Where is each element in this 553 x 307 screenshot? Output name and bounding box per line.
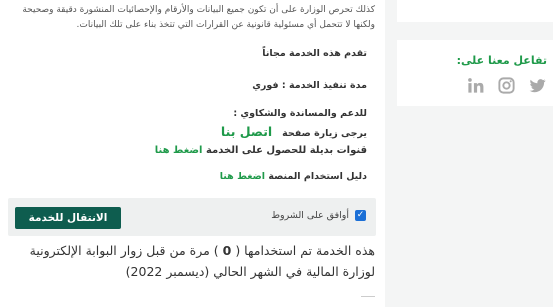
alt-channels-link[interactable]: اضغط هنا [155,145,203,156]
usage-stats: هذه الخدمة تم استخدامها ( 0 ) مرة من قبل… [5,240,375,282]
disclaimer-paragraph: كذلك تحرص الوزارة على أن تكون جميع البيا… [22,5,375,30]
main-content: كذلك تحرص الوزارة على أن تكون جميع البيا… [0,0,385,307]
alt-channels-line: قنوات بديلة للحصول على الخدمة اضغط هنا [155,145,367,156]
visit-contact-line: يرجى زيارة صفحة اتصل بنا [221,124,367,139]
instagram-icon[interactable] [497,76,516,95]
linkedin-icon[interactable] [466,76,485,95]
go-to-service-button[interactable]: الانتقال للخدمة [15,207,121,229]
alt-channels-text: قنوات بديلة للحصول على الخدمة [205,145,367,156]
agree-terms[interactable]: ✓ أوافق على الشروط [271,210,366,221]
social-card: تفاعل معنا على: [397,40,553,106]
free-service-text: تقدم هذه الخدمة مجاناً [262,48,367,59]
sidebar-top-card [397,0,553,22]
contact-us-link[interactable]: اتصل بنا [221,124,272,139]
divider [361,296,375,301]
interact-title: تفاعل معنا على: [456,54,547,67]
twitter-icon[interactable] [528,76,547,95]
usage-count: 0 [222,243,232,258]
usage-prefix: هذه الخدمة تم استخدامها ( [235,243,375,258]
duration-text: مدة تنفيذ الخدمة : فوري [252,80,367,91]
agree-label: أوافق على الشروط [271,210,349,221]
agree-checkbox[interactable]: ✓ [355,210,366,221]
agree-panel: الانتقال للخدمة ✓ أوافق على الشروط [8,198,376,236]
visit-prefix: يرجى زيارة صفحة [282,128,367,139]
platform-guide-link[interactable]: اضغط هنا [220,171,265,182]
platform-guide-line: دليل استخدام المنصة اضغط هنا [220,171,367,182]
support-heading: للدعم والمساندة والشكاوي : [233,108,367,119]
platform-guide-text: دليل استخدام المنصة [268,171,367,182]
social-icons [466,76,547,95]
